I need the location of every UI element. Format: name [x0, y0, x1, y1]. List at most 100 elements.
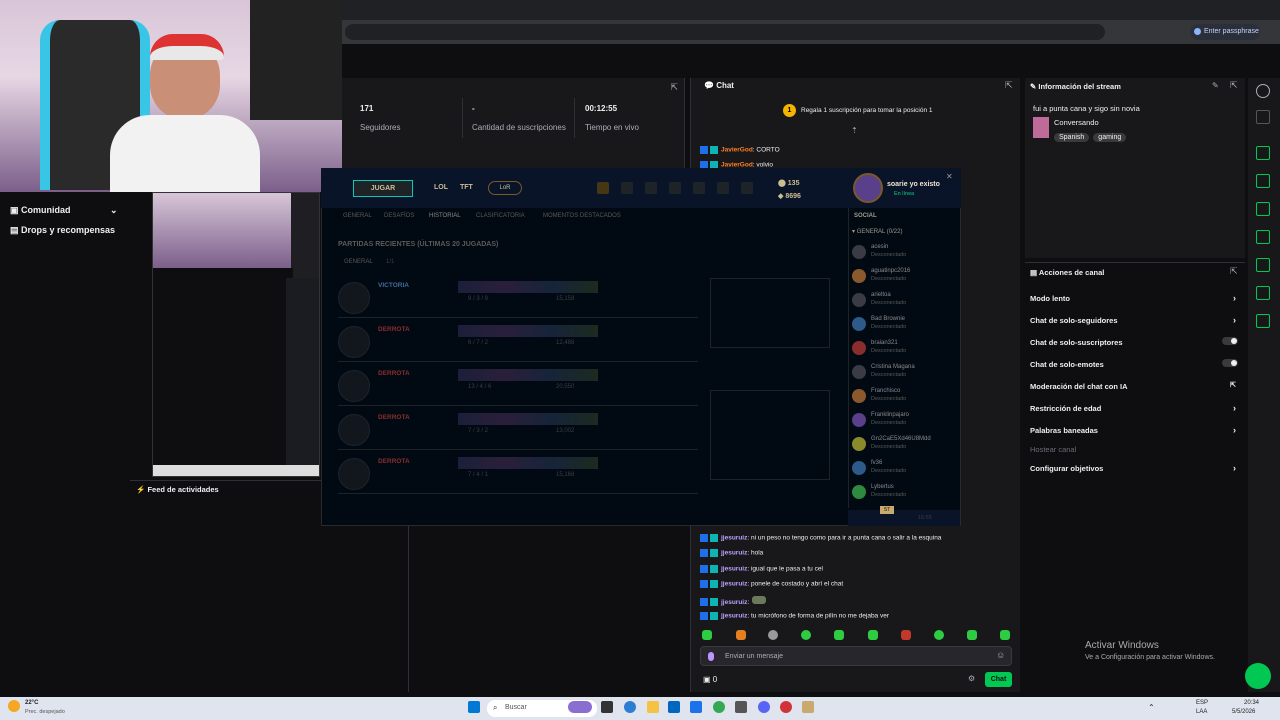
discord-icon[interactable] [758, 701, 770, 713]
weather-icon[interactable] [8, 700, 20, 712]
lol-friend[interactable]: acesin Desconectado [852, 243, 952, 265]
lol-match-row[interactable]: DERROTA 7 / 3 / 2 13,002 [338, 410, 698, 450]
start-icon[interactable] [468, 701, 480, 713]
popout-icon[interactable]: ⇱ [1230, 266, 1238, 277]
mod-subscribers-only[interactable]: Chat de solo-suscriptores [1030, 337, 1240, 347]
gear-icon[interactable]: ⚙ [968, 674, 975, 683]
lol-friend[interactable]: arieltoa Desconectado [852, 291, 952, 313]
loot-icon[interactable] [741, 182, 753, 194]
popout-icon[interactable]: ⇱ [1230, 80, 1238, 91]
mod-host-channel[interactable]: Hostear canal [1030, 445, 1240, 454]
lol-filter-other[interactable]: 1/1 [386, 259, 394, 265]
lol-friend[interactable]: fv36 Desconectado [852, 459, 952, 481]
lol-friend[interactable]: braian321 Desconectado [852, 339, 952, 361]
mod-banned-words[interactable]: Palabras baneadas › [1030, 425, 1240, 435]
tag[interactable]: gaming [1093, 133, 1127, 142]
emote-icon[interactable] [834, 630, 844, 640]
crafting-icon[interactable] [693, 182, 705, 194]
lol-nav-lol[interactable]: LOL [434, 184, 448, 191]
info-icon[interactable] [1256, 84, 1270, 98]
store-icon[interactable] [717, 182, 729, 194]
trophy-icon[interactable] [597, 182, 609, 194]
collapse-icon[interactable]: ⇡ [851, 126, 858, 135]
popout-icon[interactable]: ⇱ [1005, 80, 1013, 91]
plugin-icon[interactable] [1256, 342, 1270, 356]
close-icon[interactable]: ✕ [946, 172, 953, 181]
emote-icon[interactable] [934, 630, 944, 640]
lol-match-row[interactable]: VICTORIA 9 / 3 / 9 15,158 [338, 278, 698, 318]
tray-chevron-icon[interactable]: ⌃ [1148, 703, 1155, 712]
keyboard-lang-sub[interactable]: LAA [1196, 709, 1207, 715]
quick-actions-button[interactable] [1245, 663, 1271, 689]
sidebar-item-community[interactable]: ▣ Comunidad ⌄ [10, 205, 118, 216]
chat-send-button[interactable]: Chat [985, 672, 1012, 687]
lol-player-status[interactable]: En línea [894, 191, 914, 197]
lol-match-row[interactable]: DERROTA 6 / 7 / 2 12,488 [338, 322, 698, 362]
clock-time[interactable]: 20:34 [1244, 700, 1259, 706]
edit-icon[interactable] [1256, 110, 1270, 124]
wrench-icon[interactable] [1256, 314, 1270, 328]
lol-filter-general[interactable]: GENERAL [344, 259, 373, 265]
lol-friend[interactable]: Franchisco Desconectado [852, 387, 952, 409]
lol-tab-challenges[interactable]: DESAFÍOS [384, 213, 414, 219]
tag[interactable]: Spanish [1054, 133, 1090, 142]
emote-icon[interactable] [901, 630, 911, 640]
file-explorer-icon[interactable] [647, 701, 659, 713]
gift-banner[interactable]: Regala 1 suscripción para tomar la posic… [801, 107, 933, 114]
lol-friend[interactable]: Cristina Magana Desconectado [852, 363, 952, 385]
store-icon[interactable] [668, 701, 680, 713]
lol-nav-tft[interactable]: TFT [460, 184, 473, 191]
shuffle-icon[interactable] [621, 182, 633, 194]
mod-emotes-only[interactable]: Chat de solo-emotes [1030, 359, 1240, 369]
emote-icon[interactable] [868, 630, 878, 640]
task-view-icon[interactable] [601, 701, 613, 713]
list-icon[interactable] [1256, 286, 1270, 300]
weather-desc[interactable]: Prec. despejado [25, 709, 65, 715]
lol-friend[interactable]: aguatinpc2016 Desconectado [852, 267, 952, 289]
channel-points[interactable]: ▣ 0 [703, 675, 717, 684]
passphrase-button[interactable]: Enter passphrase [1190, 24, 1260, 40]
chest-icon[interactable] [669, 182, 681, 194]
lol-friend[interactable]: Franklinpajaro Desconectado [852, 411, 952, 433]
widgets-icon[interactable] [568, 701, 592, 713]
address-bar[interactable] [345, 24, 1105, 40]
emote-icon[interactable] [1000, 630, 1010, 640]
mod-configure-goals[interactable]: Configurar objetivos › [1030, 463, 1240, 473]
emoji-icon[interactable]: ☺ [996, 650, 1005, 660]
sidebar-item-drops[interactable]: ▤ Drops y recompensas [10, 225, 115, 236]
mod-ai-moderation[interactable]: Moderación del chat con IA ⇱ [1030, 382, 1240, 391]
keyboard-lang[interactable]: ESP [1196, 700, 1208, 706]
chat-bubble-icon[interactable] [1256, 230, 1270, 244]
lol-match-row[interactable]: DERROTA 7 / 4 / 1 15,168 [338, 454, 698, 494]
lol-tab-history[interactable]: HISTORIAL [429, 213, 461, 219]
broadcast-icon[interactable] [1256, 258, 1270, 272]
league-icon[interactable] [802, 701, 814, 713]
toggle-switch[interactable] [1222, 359, 1238, 367]
champion-icon[interactable] [645, 182, 657, 194]
lol-friend[interactable]: Lybertus Desconectado [852, 483, 952, 505]
lol-tab-general[interactable]: GENERAL [343, 213, 372, 219]
clock-date[interactable]: 5/5/2026 [1232, 709, 1255, 715]
edit-icon[interactable]: ✎ [1212, 81, 1219, 90]
lol-rp[interactable]: ⬤ 135 [778, 179, 799, 187]
mod-followers-only[interactable]: Chat de solo-seguidores › [1030, 315, 1240, 325]
lol-blue-essence[interactable]: ◆ 8696 [778, 192, 801, 200]
lol-friend[interactable]: Bad Brownie Desconectado [852, 315, 952, 337]
emote-icon[interactable] [736, 630, 746, 640]
weather-temp[interactable]: 22°C [25, 700, 38, 706]
lol-play-button[interactable]: JUGAR [353, 180, 413, 197]
camera-icon[interactable] [1256, 146, 1270, 160]
app-icon[interactable] [780, 701, 792, 713]
mic-icon[interactable] [708, 652, 714, 661]
mod-age-restriction[interactable]: Restricción de edad › [1030, 403, 1240, 413]
edge-icon[interactable] [690, 701, 702, 713]
lol-player-name[interactable]: soarie yo existo [887, 181, 940, 188]
lol-tab-ranked[interactable]: CLASIFICATORIA [476, 213, 525, 219]
emote-icon[interactable] [702, 630, 712, 640]
lol-profile-avatar[interactable] [853, 173, 883, 203]
lol-tab-highlights[interactable]: MOMENTOS DESTACADOS [543, 213, 621, 219]
emote-icon[interactable] [768, 630, 778, 640]
lol-nav-lor[interactable]: LoR [488, 181, 522, 195]
lol-friend-group[interactable]: ▾ GENERAL (0/22) [852, 228, 902, 235]
document-icon[interactable] [1256, 202, 1270, 216]
